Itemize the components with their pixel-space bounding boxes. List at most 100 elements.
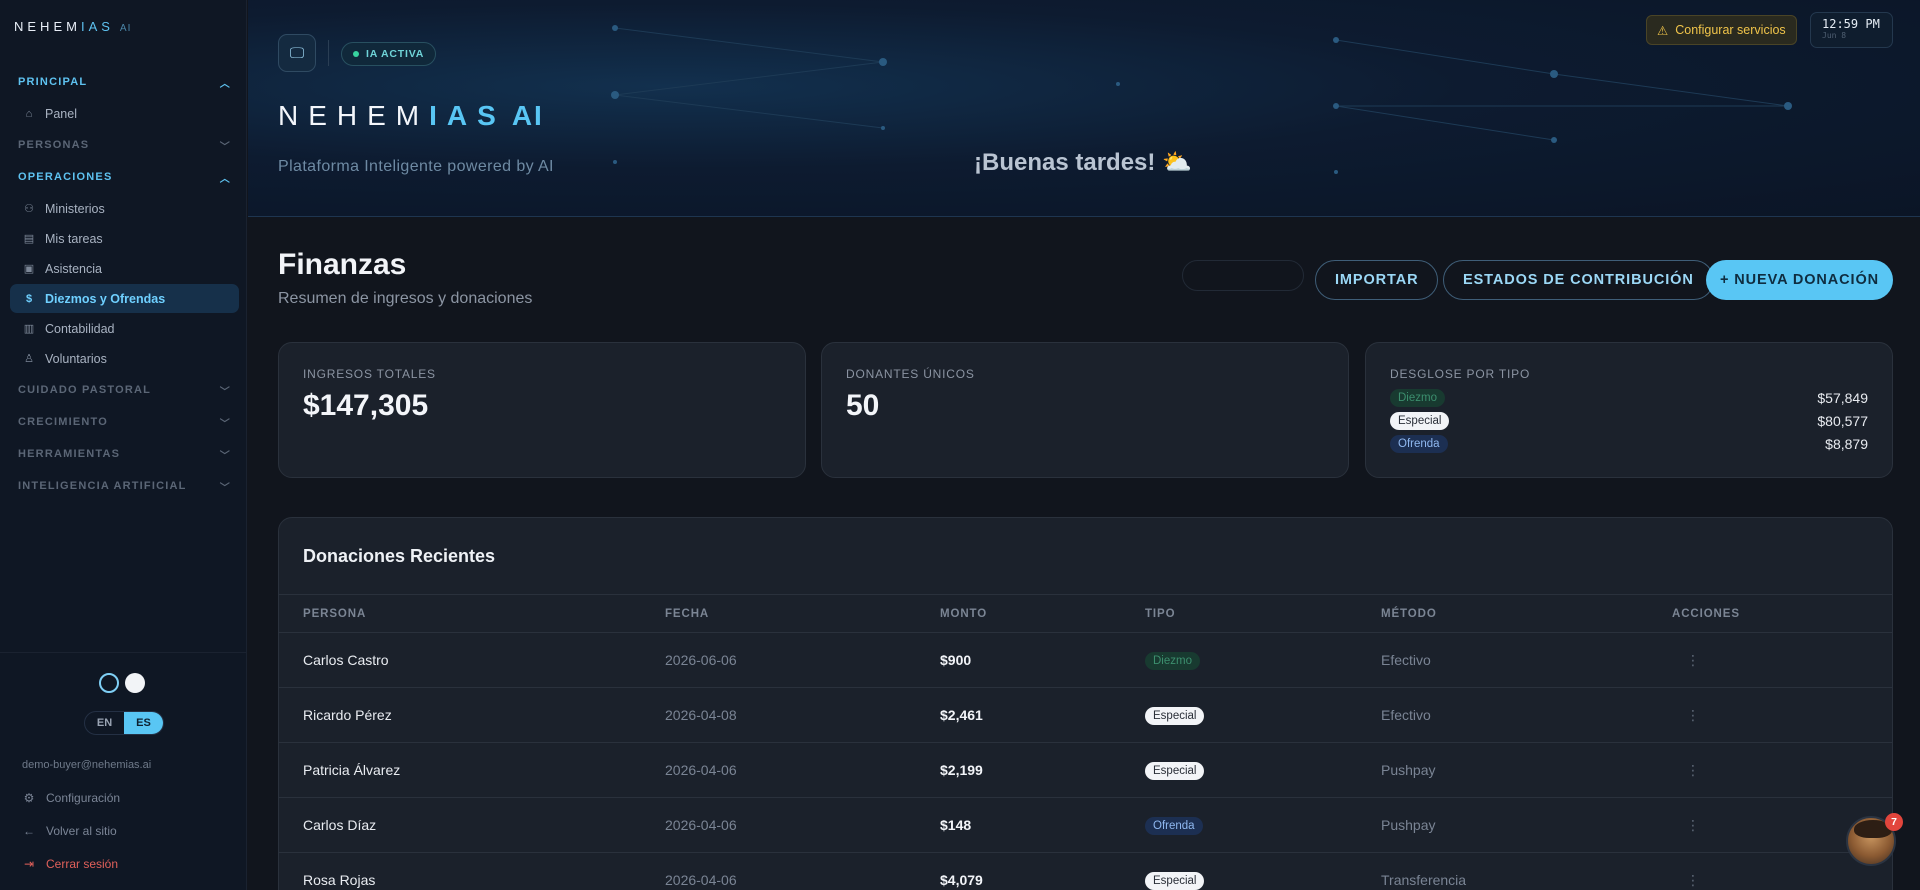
sidebar-item-panel[interactable]: ⌂ Panel: [10, 99, 239, 128]
sidebar-nav: PRINCIPAL ︿ ⌂ Panel PERSONAS ﹀ OPERACION…: [10, 66, 239, 502]
table-row[interactable]: Rosa Rojas 2026-04-06 $4,079 Especial Tr…: [279, 853, 1892, 890]
page-subtitle: Resumen de ingresos y donaciones: [278, 290, 533, 307]
contribution-statements-button[interactable]: ESTADOS DE CONTRIBUCIÓN: [1443, 260, 1714, 300]
sidebar-item-label: Diezmos y Ofrendas: [45, 291, 166, 306]
breakdown-row: Ofrenda $8,879: [1390, 435, 1868, 453]
section-cuidado-pastoral[interactable]: CUIDADO PASTORAL ﹀: [10, 374, 239, 406]
table-row[interactable]: Carlos Díaz 2026-04-06 $148 Ofrenda Push…: [279, 798, 1892, 853]
light-theme-option[interactable]: [125, 673, 145, 693]
sidebar-item-label: Contabilidad: [45, 321, 115, 336]
type-badge: Especial: [1145, 872, 1205, 890]
chevron-up-icon: ︿: [219, 173, 231, 185]
column-header-metodo[interactable]: MÉTODO: [1381, 608, 1437, 620]
cell-person: Ricardo Pérez: [303, 707, 392, 723]
section-crecimiento[interactable]: CRECIMIENTO ﹀: [10, 406, 239, 438]
chevron-down-icon: ﹀: [219, 386, 231, 398]
users-icon: ⚇: [24, 203, 34, 215]
column-header-persona[interactable]: PERSONA: [303, 608, 366, 620]
column-header-monto[interactable]: MONTO: [940, 608, 987, 620]
section-operaciones[interactable]: OPERACIONES ︿: [10, 161, 239, 193]
sidebar-item-diezmos[interactable]: $ Diezmos y Ofrendas: [10, 284, 239, 313]
arrow-left-icon: ←: [23, 824, 35, 838]
section-herramientas[interactable]: HERRAMIENTAS ﹀: [10, 438, 239, 470]
chevron-down-icon: ﹀: [219, 141, 231, 153]
breakdown-row: Especial $80,577: [1390, 412, 1868, 430]
cell-amount: $900: [940, 652, 972, 668]
sidebar-item-ministerios[interactable]: ⚇ Ministerios: [10, 194, 239, 223]
monitor-button[interactable]: 🖵: [278, 34, 316, 72]
logout-icon: ⇥: [23, 857, 35, 871]
new-donation-button[interactable]: + NUEVA DONACIÓN: [1706, 260, 1893, 300]
cell-method: Transferencia: [1381, 872, 1467, 888]
hero-logo: NEHEMIAS AI: [278, 100, 544, 132]
sidebar-item-label: Voluntarios: [45, 351, 107, 366]
sidebar-item-label: Panel: [45, 106, 77, 121]
configure-services-button[interactable]: ⚠ Configurar servicios: [1646, 15, 1797, 45]
cell-amount: $148: [940, 817, 972, 833]
monitor-icon: 🖵: [289, 44, 305, 62]
sidebar-item-contabilidad[interactable]: ▥ Contabilidad: [10, 314, 239, 343]
dark-theme-option[interactable]: [99, 673, 119, 693]
cell-person: Rosa Rojas: [303, 872, 376, 888]
logout-label: Cerrar sesión: [46, 857, 119, 871]
more-actions-icon[interactable]: ⋮: [1686, 707, 1700, 724]
table-row[interactable]: Patricia Álvarez 2026-04-06 $2,199 Espec…: [279, 743, 1892, 798]
divider: [328, 40, 329, 66]
hero-banner: 🖵 IA ACTIVA NEHEMIAS AI Plataforma Inteli…: [248, 0, 1920, 217]
settings-label: Configuración: [46, 791, 121, 805]
chevron-down-icon: ﹀: [219, 450, 231, 462]
logo-suffix: AI: [511, 100, 544, 131]
sidebar-footer: EN ES demo-buyer@nehemias.ai ⚙ Configura…: [0, 652, 247, 890]
theme-toggle: [99, 673, 145, 693]
lang-es-button[interactable]: ES: [124, 712, 163, 734]
hidden-action-button[interactable]: [1182, 260, 1304, 291]
breakdown-value: $8,879: [1825, 436, 1868, 452]
dollar-circle-icon: $: [25, 292, 33, 305]
sidebar-item-label: Ministerios: [45, 201, 105, 216]
more-actions-icon[interactable]: ⋮: [1686, 652, 1700, 669]
chevron-up-icon: ︿: [219, 78, 231, 90]
cell-method: Efectivo: [1381, 652, 1431, 668]
cell-date: 2026-04-06: [665, 762, 737, 778]
section-label: OPERACIONES: [18, 171, 113, 183]
section-label: CRECIMIENTO: [18, 416, 109, 428]
column-header-acciones: ACCIONES: [1672, 608, 1740, 620]
section-personas[interactable]: PERSONAS ﹀: [10, 129, 239, 161]
column-header-fecha[interactable]: FECHA: [665, 608, 709, 620]
cell-person: Carlos Díaz: [303, 817, 377, 833]
import-button[interactable]: IMPORTAR: [1315, 260, 1439, 300]
table-row[interactable]: Carlos Castro 2026-06-06 $900 Diezmo Efe…: [279, 633, 1892, 688]
sidebar-item-mis-tareas[interactable]: ▤ Mis tareas: [10, 224, 239, 253]
breakdown-value: $80,577: [1817, 413, 1868, 429]
column-header-tipo[interactable]: TIPO: [1145, 608, 1175, 620]
breakdown-row: Diezmo $57,849: [1390, 389, 1868, 407]
logout-link[interactable]: ⇥ Cerrar sesión: [22, 857, 118, 871]
type-badge: Especial: [1145, 762, 1205, 780]
more-actions-icon[interactable]: ⋮: [1686, 762, 1700, 779]
brand-highlight: IAS: [80, 19, 114, 34]
breakdown-value: $57,849: [1817, 390, 1868, 406]
section-inteligencia-artificial[interactable]: INTELIGENCIA ARTIFICIAL ﹀: [10, 470, 239, 502]
chevron-down-icon: ﹀: [219, 418, 231, 430]
card-label: DONANTES ÚNICOS: [846, 367, 975, 381]
more-actions-icon[interactable]: ⋮: [1686, 817, 1700, 834]
table-row[interactable]: Ricardo Pérez 2026-04-08 $2,461 Especial…: [279, 688, 1892, 743]
clock-time: 12:59 PM: [1822, 17, 1880, 31]
more-actions-icon[interactable]: ⋮: [1686, 872, 1700, 889]
cell-method: Pushpay: [1381, 817, 1436, 833]
cell-method: Pushpay: [1381, 762, 1436, 778]
gear-icon: ⚙: [23, 791, 35, 805]
sidebar-logo[interactable]: NEHEMIAS AI: [14, 19, 131, 34]
cell-date: 2026-04-08: [665, 707, 737, 723]
back-to-site-link[interactable]: ← Volver al sitio: [22, 824, 117, 838]
card-label: DESGLOSE POR TIPO: [1390, 367, 1531, 381]
clipboard-check-icon: ▣: [23, 263, 35, 275]
sidebar-item-asistencia[interactable]: ▣ Asistencia: [10, 254, 239, 283]
cell-date: 2026-04-06: [665, 872, 737, 888]
lang-en-button[interactable]: EN: [85, 712, 124, 734]
recent-donations-table: Donaciones Recientes PERSONA FECHA MONTO…: [278, 517, 1893, 890]
section-principal[interactable]: PRINCIPAL ︿: [10, 66, 239, 98]
clock-widget: 12:59 PM Jun 8: [1810, 12, 1893, 48]
sidebar-item-voluntarios[interactable]: ♙ Voluntarios: [10, 344, 239, 373]
settings-link[interactable]: ⚙ Configuración: [22, 791, 120, 805]
